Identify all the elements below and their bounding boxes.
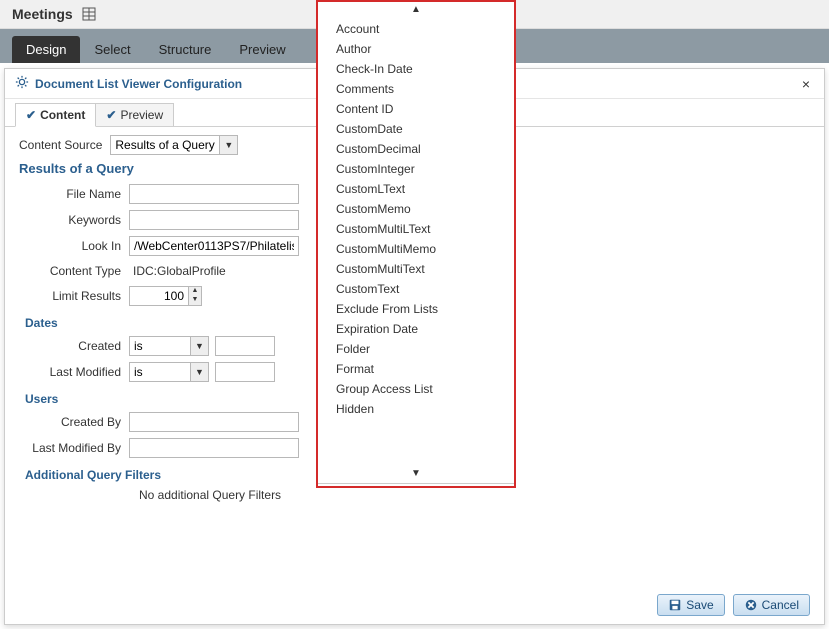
- modal-tab-preview-label: Preview: [120, 108, 163, 122]
- created-value-input[interactable]: [215, 336, 275, 356]
- page-title: Meetings: [12, 6, 73, 22]
- tab-design[interactable]: Design: [12, 36, 80, 63]
- spinner-down-icon[interactable]: ▼: [189, 296, 201, 305]
- content-source-select[interactable]: Results of a Query: [110, 135, 238, 155]
- dropdown-item[interactable]: Exclude From Lists: [318, 299, 514, 319]
- dropdown-item[interactable]: Folder: [318, 339, 514, 359]
- dropdown-item[interactable]: Author: [318, 39, 514, 59]
- modified-by-input[interactable]: [129, 438, 299, 458]
- dropdown-item[interactable]: Check-In Date: [318, 59, 514, 79]
- created-by-label: Created By: [19, 415, 129, 429]
- scroll-down-icon[interactable]: ▼: [318, 466, 514, 481]
- dropdown-item[interactable]: CustomText: [318, 279, 514, 299]
- keywords-input[interactable]: [129, 210, 299, 230]
- dropdown-item[interactable]: CustomInteger: [318, 159, 514, 179]
- tab-select[interactable]: Select: [80, 36, 144, 63]
- no-filters-text: No additional Query Filters: [139, 488, 810, 502]
- dropdown-item[interactable]: CustomMultiMemo: [318, 239, 514, 259]
- dropdown-item[interactable]: Format: [318, 359, 514, 379]
- content-type-label: Content Type: [19, 264, 129, 278]
- save-label: Save: [686, 598, 713, 612]
- cancel-button[interactable]: Cancel: [733, 594, 810, 616]
- modified-op-select[interactable]: is: [129, 362, 209, 382]
- created-op-select[interactable]: is: [129, 336, 209, 356]
- dropdown-item[interactable]: Group Access List: [318, 379, 514, 399]
- content-type-value: IDC:GlobalProfile: [129, 262, 230, 280]
- limit-results-label: Limit Results: [19, 289, 129, 303]
- dropdown-item[interactable]: CustomMultiText: [318, 259, 514, 279]
- dropdown-item[interactable]: Comments: [318, 79, 514, 99]
- look-in-label: Look In: [19, 239, 129, 253]
- file-name-input[interactable]: [129, 184, 299, 204]
- tab-structure[interactable]: Structure: [145, 36, 226, 63]
- dropdown-item[interactable]: CustomMemo: [318, 199, 514, 219]
- dropdown-item[interactable]: Content ID: [318, 99, 514, 119]
- modal-title: Document List Viewer Configuration: [35, 77, 242, 91]
- keywords-label: Keywords: [19, 213, 129, 227]
- modified-by-label: Last Modified By: [19, 441, 129, 455]
- cancel-label: Cancel: [762, 598, 799, 612]
- dropdown-item[interactable]: CustomDecimal: [318, 139, 514, 159]
- check-icon: ✔: [106, 108, 116, 122]
- save-button[interactable]: Save: [657, 594, 724, 616]
- save-icon: [668, 598, 682, 612]
- created-by-input[interactable]: [129, 412, 299, 432]
- dropdown-list: Account Author Check-In Date Comments Co…: [318, 17, 514, 466]
- modal-footer: Save Cancel: [5, 586, 824, 624]
- modified-label: Last Modified: [19, 365, 129, 379]
- dropdown-item[interactable]: Account: [318, 19, 514, 39]
- dropdown-item[interactable]: CustomMultiLText: [318, 219, 514, 239]
- dropdown-item[interactable]: Expiration Date: [318, 319, 514, 339]
- look-in-input[interactable]: [129, 236, 299, 256]
- file-name-label: File Name: [19, 187, 129, 201]
- spinner-up-icon[interactable]: ▲: [189, 287, 201, 296]
- content-source-label: Content Source: [19, 138, 102, 152]
- limit-results-input[interactable]: [129, 286, 189, 306]
- dropdown-item[interactable]: Hidden: [318, 399, 514, 419]
- modal-tab-content[interactable]: ✔ Content: [15, 103, 96, 127]
- modified-value-input[interactable]: [215, 362, 275, 382]
- tab-preview[interactable]: Preview: [225, 36, 299, 63]
- datasheet-icon[interactable]: [81, 6, 97, 22]
- created-label: Created: [19, 339, 129, 353]
- dropdown-item[interactable]: CustomLText: [318, 179, 514, 199]
- check-icon: ✔: [26, 108, 36, 122]
- dropdown-separator: [318, 483, 514, 484]
- dropdown-item[interactable]: CustomDate: [318, 119, 514, 139]
- filter-dropdown: ▲ Account Author Check-In Date Comments …: [316, 0, 516, 488]
- modal-tab-preview[interactable]: ✔ Preview: [95, 103, 174, 126]
- modal-tab-content-label: Content: [40, 108, 85, 122]
- close-icon[interactable]: ×: [798, 76, 814, 92]
- gear-icon: [15, 75, 29, 92]
- cancel-icon: [744, 598, 758, 612]
- scroll-up-icon[interactable]: ▲: [318, 2, 514, 17]
